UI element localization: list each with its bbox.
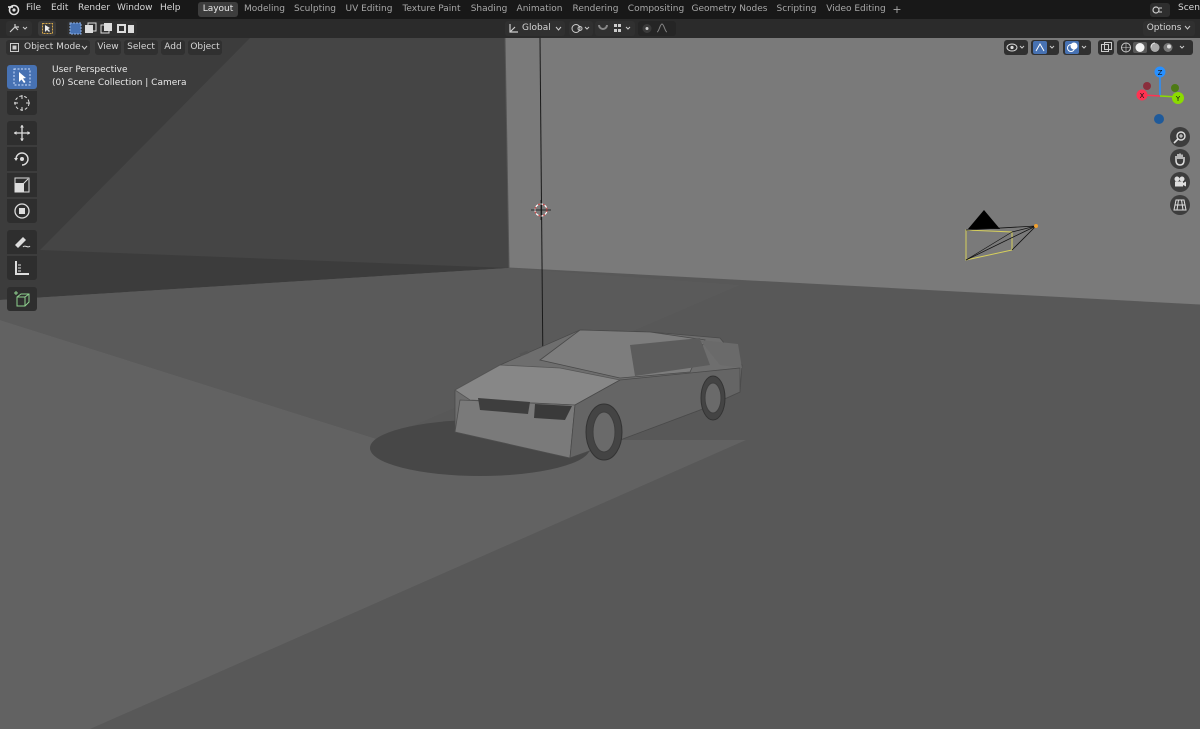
menu-select[interactable]: Select bbox=[124, 40, 158, 55]
mode-label: Object Mode bbox=[24, 42, 81, 52]
pan-button[interactable] bbox=[1170, 149, 1190, 169]
ortho-grid-icon bbox=[1173, 199, 1187, 211]
shading-modes-icon bbox=[1121, 42, 1185, 53]
xray-toggle[interactable] bbox=[1098, 40, 1114, 55]
camera-view-button[interactable] bbox=[1170, 172, 1190, 192]
tab-animation[interactable]: Animation bbox=[515, 2, 564, 17]
tab-layout[interactable]: Layout bbox=[198, 2, 238, 17]
cursor-arrow-icon bbox=[42, 23, 53, 34]
menu-render[interactable]: Render bbox=[78, 0, 110, 19]
scale-icon bbox=[14, 177, 30, 193]
menu-object[interactable]: Object bbox=[188, 40, 222, 55]
eye-icon bbox=[1006, 43, 1025, 52]
menu-add[interactable]: Add bbox=[161, 40, 185, 55]
orientation-axes-icon bbox=[509, 24, 518, 33]
transform-icon bbox=[14, 203, 30, 219]
proportional-editing[interactable] bbox=[638, 21, 676, 36]
menu-window[interactable]: Window bbox=[117, 0, 153, 19]
menu-edit[interactable]: Edit bbox=[51, 0, 68, 19]
scene-name[interactable]: Scen bbox=[1178, 0, 1200, 19]
menu-help[interactable]: Help bbox=[160, 0, 181, 19]
move-icon bbox=[14, 125, 30, 141]
tool-select-box[interactable] bbox=[7, 65, 37, 89]
tab-texture-paint[interactable]: Texture Paint bbox=[400, 2, 463, 17]
orientation-label: Global bbox=[522, 23, 551, 33]
pan-hand-icon bbox=[1175, 153, 1185, 166]
menu-file[interactable]: File bbox=[26, 0, 41, 19]
tool-cursor[interactable] bbox=[7, 91, 37, 115]
tab-scripting[interactable]: Scripting bbox=[773, 2, 820, 17]
visibility-dropdown[interactable] bbox=[1004, 40, 1028, 55]
ortho-toggle-button[interactable] bbox=[1170, 195, 1190, 215]
snap-magnet-icon bbox=[598, 24, 631, 32]
top-menu-bar: File Edit Render Window Help Layout Mode… bbox=[0, 0, 1200, 19]
active-object-label: (0) Scene Collection | Camera bbox=[52, 78, 187, 88]
tab-sculpting[interactable]: Sculpting bbox=[292, 2, 338, 17]
cursor-icon bbox=[14, 95, 30, 111]
pivot-point-dropdown[interactable] bbox=[569, 21, 593, 36]
measure-icon bbox=[15, 261, 29, 275]
camera-view-icon bbox=[1174, 176, 1186, 187]
view-name-label: User Perspective bbox=[52, 65, 128, 75]
tab-video-editing[interactable]: Video Editing bbox=[825, 2, 887, 17]
tab-rendering[interactable]: Rendering bbox=[570, 2, 621, 17]
chevron-down-icon bbox=[1184, 25, 1191, 30]
scene-selector-button[interactable] bbox=[1150, 3, 1170, 17]
editor-type-icon bbox=[9, 24, 28, 33]
options-label: Options bbox=[1146, 23, 1182, 33]
selection-mode-group bbox=[67, 21, 137, 36]
viewport-header: Global Options bbox=[0, 19, 1200, 38]
shading-mode-group[interactable] bbox=[1117, 40, 1193, 55]
tab-shading[interactable]: Shading bbox=[468, 2, 510, 17]
tool-transform[interactable] bbox=[7, 199, 37, 223]
menu-view[interactable]: View bbox=[95, 40, 121, 55]
pivot-icon bbox=[571, 24, 590, 33]
zoom-icon bbox=[1173, 131, 1186, 144]
gizmo-icon bbox=[1033, 41, 1055, 54]
gizmo-z-label: Z bbox=[1158, 69, 1163, 77]
select-mode-button[interactable] bbox=[38, 21, 56, 36]
tab-modeling[interactable]: Modeling bbox=[241, 2, 288, 17]
options-dropdown[interactable]: Options bbox=[1143, 21, 1195, 36]
gizmo-toggle[interactable] bbox=[1031, 40, 1059, 55]
viewport-header-menus: Object Mode View Select Add Object bbox=[0, 38, 1200, 57]
tool-move[interactable] bbox=[7, 121, 37, 145]
object-mode-icon bbox=[10, 43, 19, 52]
add-workspace-button[interactable]: + bbox=[890, 2, 904, 17]
annotate-icon bbox=[15, 237, 31, 248]
editor-type-button[interactable] bbox=[6, 21, 32, 36]
snapping-controls[interactable] bbox=[595, 21, 635, 36]
tool-annotate[interactable] bbox=[7, 230, 37, 254]
gizmo-x-label: X bbox=[1140, 92, 1145, 100]
tool-add-cube[interactable] bbox=[7, 287, 37, 311]
object-mode-dropdown[interactable]: Object Mode bbox=[6, 40, 90, 55]
tool-scale[interactable] bbox=[7, 173, 37, 197]
transform-orientation-dropdown[interactable]: Global bbox=[505, 21, 565, 36]
tab-compositing[interactable]: Compositing bbox=[626, 2, 686, 17]
viewport-3d[interactable] bbox=[0, 38, 1200, 729]
xray-icon bbox=[1101, 42, 1112, 52]
add-cube-icon bbox=[14, 291, 30, 307]
overlays-icon bbox=[1065, 41, 1087, 54]
chevron-down-icon bbox=[555, 26, 562, 31]
tab-uv-editing[interactable]: UV Editing bbox=[344, 2, 394, 17]
select-box-icon bbox=[13, 68, 31, 86]
selection-mode-icons[interactable] bbox=[69, 22, 135, 35]
blender-logo-icon[interactable] bbox=[7, 3, 20, 16]
gizmo-y-label: Y bbox=[1175, 95, 1181, 103]
zoom-button[interactable] bbox=[1170, 127, 1190, 147]
overlays-toggle[interactable] bbox=[1063, 40, 1091, 55]
tool-rotate[interactable] bbox=[7, 147, 37, 171]
scene-icon bbox=[1152, 6, 1162, 14]
navigation-gizmo[interactable]: Z X Y bbox=[1130, 62, 1190, 128]
tab-geometry-nodes[interactable]: Geometry Nodes bbox=[691, 2, 768, 17]
proportional-falloff-icon bbox=[642, 23, 668, 33]
rotate-icon bbox=[14, 152, 29, 166]
tool-measure[interactable] bbox=[7, 256, 37, 280]
chevron-down-icon bbox=[81, 45, 88, 50]
